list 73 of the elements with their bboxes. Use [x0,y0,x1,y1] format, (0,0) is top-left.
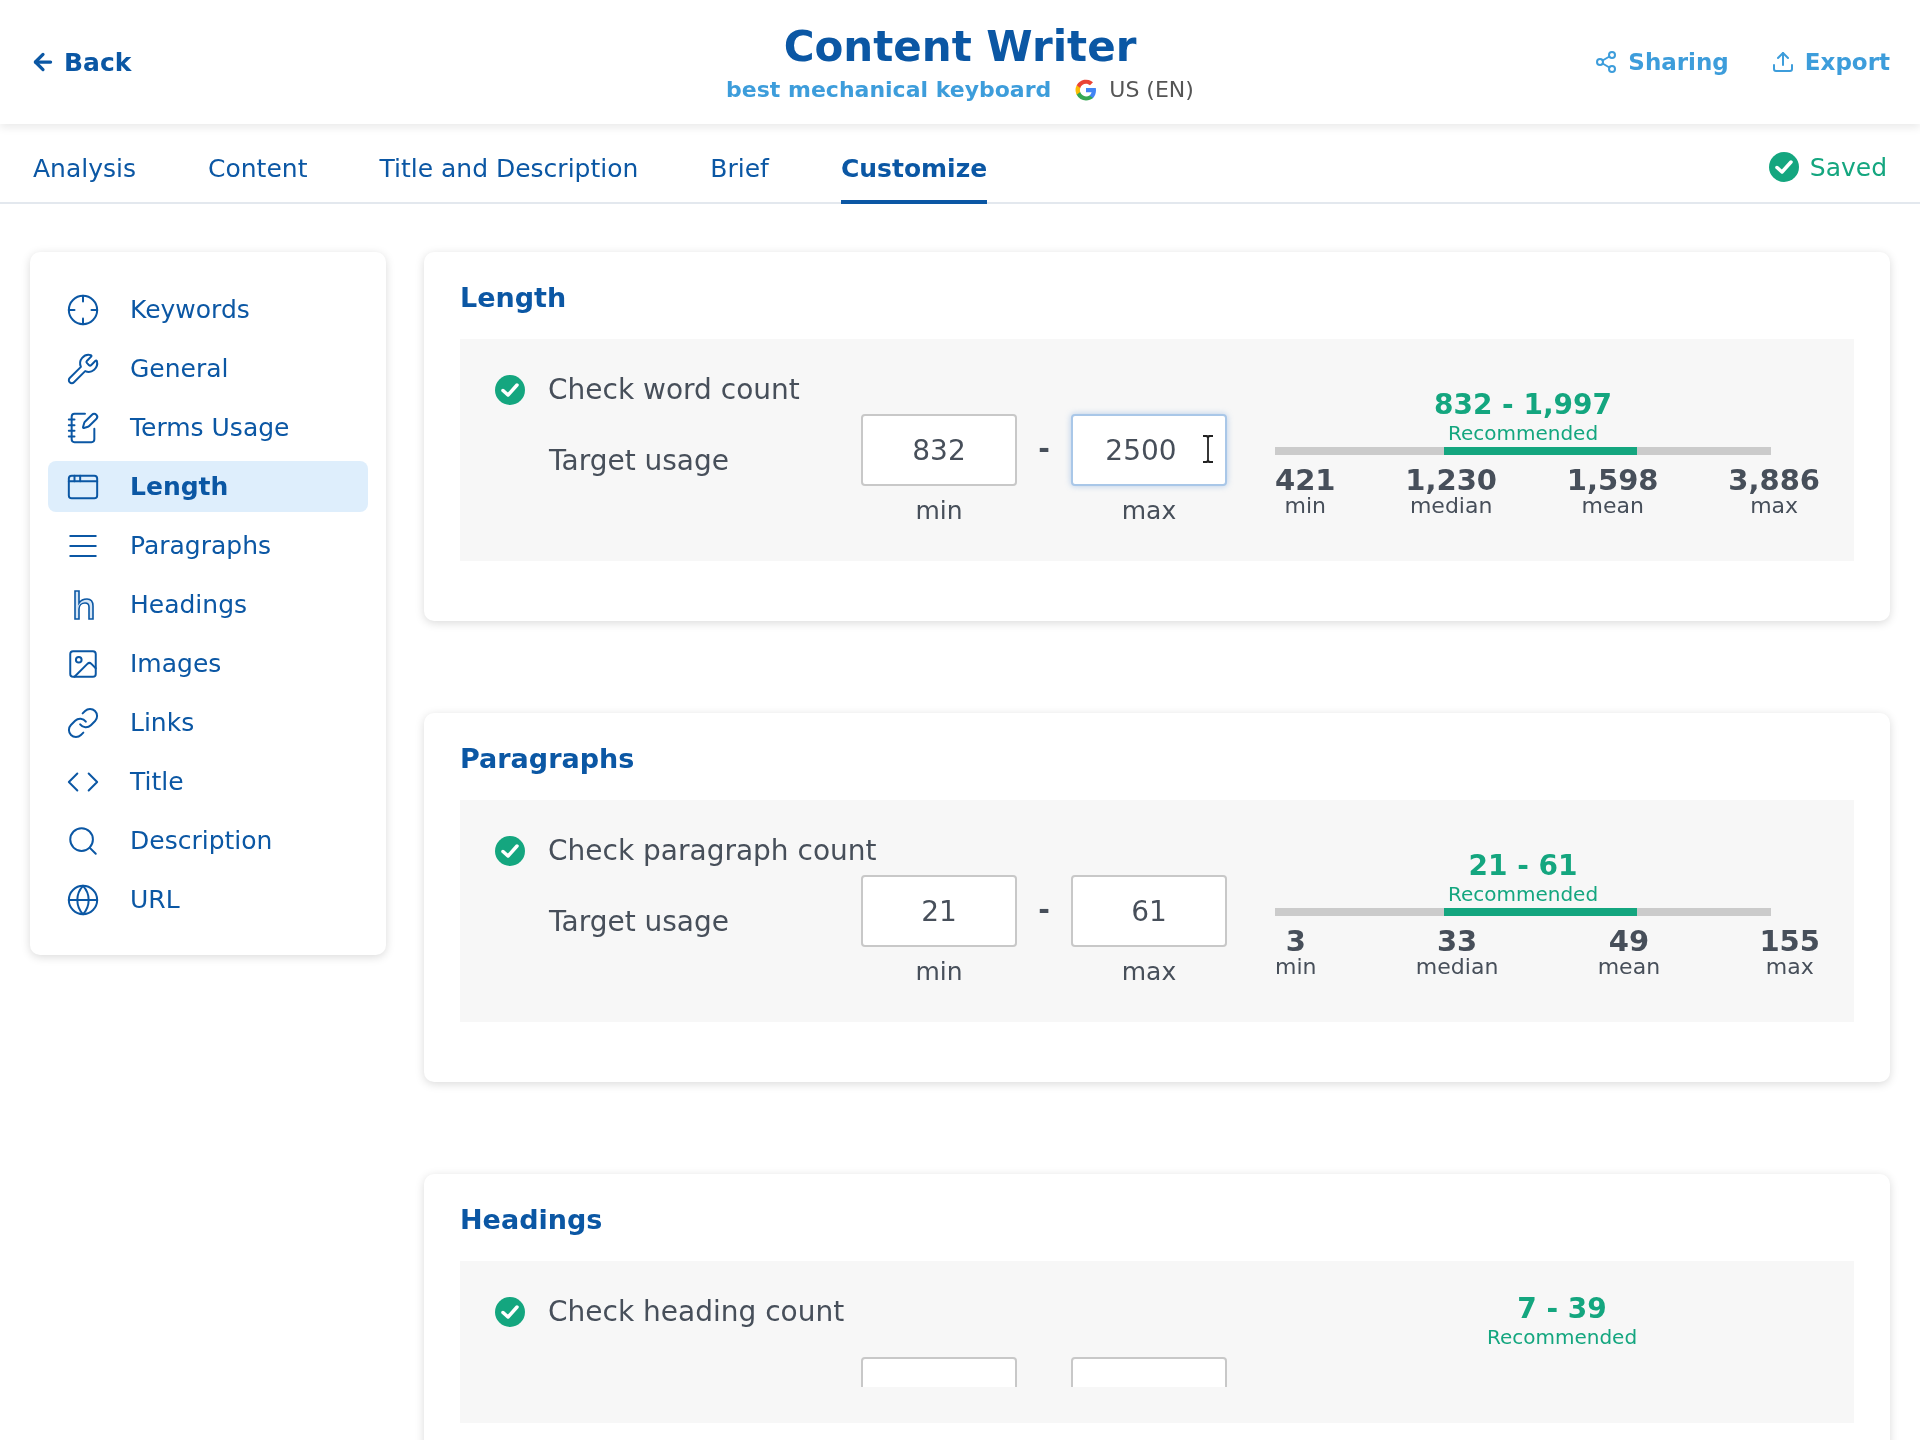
field-caption: max [1121,957,1177,986]
check-label: Check paragraph count [548,834,877,867]
globe-icon [66,882,100,917]
stat-value: 49 [1608,926,1650,957]
stat-caption: mean [1597,956,1661,979]
recommended-range: 832 - 1,997 [1432,388,1614,421]
nav-tab[interactable]: Brief [710,124,769,204]
sidebar-item[interactable]: URL [48,874,368,925]
locale-text: US (EN) [1109,77,1194,102]
check-circle-icon[interactable] [494,834,526,867]
field-caption: max [1121,496,1177,525]
note-pen-icon [66,410,100,445]
stat-caption: max [1765,956,1814,979]
sidebar-item[interactable]: Links [48,697,368,748]
stat-caption: min [1284,495,1326,518]
sidebar-item[interactable]: General [48,343,368,394]
min-input-field[interactable]: 21 [861,875,1017,947]
check-label: Check heading count [548,1295,845,1328]
check-circle-icon[interactable] [494,1295,526,1328]
check-circle-icon[interactable] [494,373,526,406]
saved-status: Saved [1809,152,1887,182]
stat-caption: median [1415,956,1499,979]
nav-tab[interactable]: Content [208,124,308,204]
recommended-caption: Recommended [1446,421,1600,445]
recommended-range: 21 - 61 [1467,849,1579,882]
stat-caption: max [1750,495,1799,518]
recommended-range: 7 - 39 [1516,1292,1608,1325]
sidebar-item[interactable]: Paragraphs [48,520,368,571]
sidebar-item[interactable]: Headings [48,579,368,630]
stat-value: 1,230 [1405,465,1498,496]
stat-caption: mean [1581,495,1644,518]
crosshair-icon [66,292,100,327]
sidebar-item[interactable]: Keywords [48,284,368,335]
field-caption: min [915,957,963,986]
recommended-caption: Recommended [1485,1325,1639,1349]
sidebar-item[interactable]: Length [48,461,368,512]
section-title: Headings [460,1204,604,1235]
sidebar-item[interactable]: Title [48,756,368,807]
target-label: Target usage [549,444,731,477]
stat-caption: min [1275,956,1317,979]
min-input-field[interactable]: 832 [861,414,1017,486]
stat-value: 421 [1275,465,1336,496]
share-icon [1594,50,1619,74]
keyword-text: best mechanical keyboard [726,77,1052,102]
text-cursor-icon [1201,434,1215,464]
wrench-icon [66,351,100,386]
check-circle-icon[interactable] [1767,151,1800,183]
recommended-caption: Recommended [1446,882,1600,906]
range-dash: - [1037,432,1051,465]
field-caption: min [915,496,963,525]
max-input-field[interactable]: 2500 [1071,414,1227,486]
nav-tab[interactable]: Analysis [33,124,136,204]
sidebar-item[interactable]: Images [48,638,368,689]
link-icon [66,705,100,740]
nav-tab[interactable]: Customize [840,124,988,204]
sidebar-item[interactable]: Terms Usage [48,402,368,453]
target-label: Target usage [549,905,731,938]
nav-tab[interactable]: Title and Description [379,124,639,204]
page-title: Content Writer [783,21,1137,71]
stat-caption: median [1409,495,1493,518]
sidebar-item[interactable]: Description [48,815,368,866]
stat-value: 1,598 [1566,465,1659,496]
section-title: Length [460,282,568,313]
max-input-field[interactable]: 61 [1071,875,1227,947]
stat-value: 155 [1759,926,1820,957]
back-link[interactable]: Back [30,47,727,77]
stat-value: 33 [1436,926,1478,957]
range-dash: - [1037,893,1051,926]
stat-value: 3 [1285,926,1306,957]
check-label: Check word count [548,373,800,406]
upload-icon [1770,50,1795,74]
stat-value: 3,886 [1728,465,1820,496]
section-title: Paragraphs [460,743,636,774]
